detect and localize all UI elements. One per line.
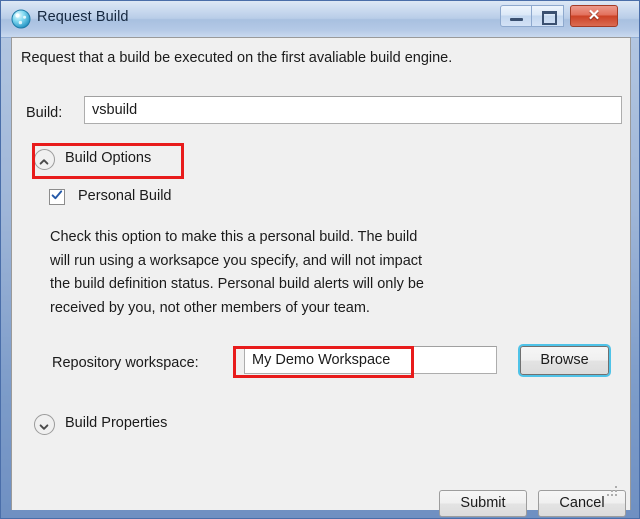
title-bar[interactable]: Request Build ✕ bbox=[1, 1, 639, 38]
resize-grip[interactable] bbox=[606, 485, 619, 498]
chevron-down-icon bbox=[39, 419, 49, 430]
maximize-button[interactable] bbox=[532, 5, 564, 27]
build-options-label: Build Options bbox=[65, 150, 152, 166]
build-properties-label: Build Properties bbox=[65, 415, 168, 431]
window-title: Request Build bbox=[37, 9, 129, 25]
browse-button[interactable]: Browse bbox=[520, 346, 609, 375]
minimize-icon bbox=[510, 18, 523, 21]
build-label: Build: bbox=[26, 105, 63, 121]
checkmark-icon bbox=[50, 188, 64, 202]
build-input[interactable]: vsbuild bbox=[84, 96, 622, 124]
build-sphere-icon bbox=[11, 9, 31, 29]
repository-workspace-label: Repository workspace: bbox=[52, 355, 199, 371]
close-icon: ✕ bbox=[587, 7, 601, 24]
personal-build-description: Check this option to make this a persona… bbox=[50, 229, 424, 316]
repository-workspace-input[interactable]: My Demo Workspace bbox=[244, 346, 497, 374]
close-button[interactable]: ✕ bbox=[570, 5, 618, 27]
submit-button[interactable]: Submit bbox=[439, 490, 527, 517]
dialog-content-panel: Request that a build be executed on the … bbox=[11, 37, 631, 517]
chevron-up-icon bbox=[39, 154, 49, 165]
instruction-text: Request that a build be executed on the … bbox=[21, 50, 453, 66]
maximize-icon bbox=[542, 11, 557, 25]
minimize-button[interactable] bbox=[500, 5, 532, 27]
request-build-dialog: Request Build ✕ Request that a build be … bbox=[0, 0, 640, 519]
personal-build-label: Personal Build bbox=[78, 188, 172, 204]
